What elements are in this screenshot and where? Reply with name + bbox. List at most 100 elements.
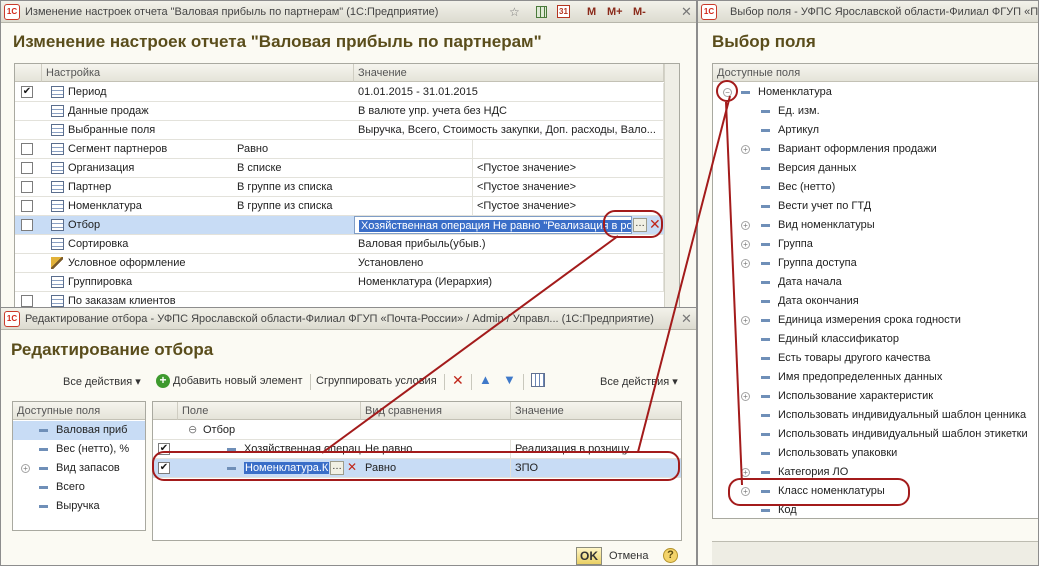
condition-comparison[interactable]: Равно — [361, 459, 511, 477]
choose-button[interactable]: … — [330, 461, 344, 475]
tree-item[interactable]: Использовать индивидуальный шаблон ценни… — [713, 406, 1038, 425]
column-header-field[interactable]: Поле — [178, 402, 361, 420]
all-actions-left-button[interactable]: Все действия ▾ — [63, 375, 141, 388]
all-actions-right-button[interactable]: Все действия ▾ — [600, 375, 678, 388]
tree-item[interactable]: + Использование характеристик — [713, 387, 1038, 406]
expand-icon[interactable]: + — [741, 316, 750, 325]
list-item[interactable]: + Вид запасов — [13, 459, 145, 478]
tree-item[interactable]: + Группа доступа — [713, 254, 1038, 273]
setting-value[interactable] — [473, 140, 664, 158]
collapse-icon[interactable]: − — [723, 88, 732, 97]
close-icon[interactable]: ✕ — [681, 1, 692, 22]
tree-item[interactable]: Ед. изм. — [713, 102, 1038, 121]
list-item[interactable]: Всего — [13, 478, 145, 497]
settings-row-sorting[interactable]: Сортировка Валовая прибыль(убыв.) — [15, 235, 679, 254]
setting-value[interactable]: 01.01.2015 - 31.01.2015 — [354, 83, 664, 101]
favorite-star-icon[interactable]: ☆ — [509, 1, 520, 22]
list-item[interactable]: Выручка — [13, 497, 145, 516]
tree-item[interactable]: Версия данных — [713, 159, 1038, 178]
expand-icon[interactable]: + — [741, 392, 750, 401]
calculator-icon[interactable] — [536, 6, 547, 18]
tree-item[interactable]: Использовать упаковки — [713, 444, 1038, 463]
delete-icon[interactable]: ✕ — [452, 372, 464, 389]
filter-condition-row-selected[interactable]: ✔ Номенклатура.К … ✕ Равно ЗПО — [153, 459, 681, 478]
settings-row-organization[interactable]: Организация В списке <Пустое значение> — [15, 159, 679, 178]
tree-item[interactable]: + Группа — [713, 235, 1038, 254]
cancel-button[interactable]: Отмена — [609, 550, 648, 562]
tree-item[interactable]: Вес (нетто) — [713, 178, 1038, 197]
settings-row-partner[interactable]: Партнер В группе из списка <Пустое значе… — [15, 178, 679, 197]
filter-group-row[interactable]: ⊖ Отбор — [153, 421, 681, 440]
move-up-icon[interactable]: ▲ — [479, 372, 492, 387]
setting-value[interactable]: Выручка, Всего, Стоимость закупки, Доп. … — [354, 121, 664, 139]
checkbox[interactable] — [21, 162, 33, 174]
checkbox[interactable]: ✔ — [21, 86, 33, 98]
add-new-element-button[interactable]: Добавить новый элемент — [173, 375, 303, 387]
report-settings-titlebar[interactable]: 1С Изменение настроек отчета "Валовая пр… — [1, 1, 696, 23]
tree-root-nomenclature[interactable]: − Номенклатура — [713, 83, 1038, 102]
memory-plus-button[interactable]: M+ — [607, 1, 623, 22]
calendar-icon[interactable]: 31 — [557, 5, 570, 18]
expand-icon[interactable]: + — [741, 240, 750, 249]
expand-icon[interactable]: + — [741, 487, 750, 496]
tree-item[interactable]: Единый классификатор — [713, 330, 1038, 349]
column-header-value[interactable]: Значение — [354, 64, 664, 82]
comparison-type[interactable]: В группе из списка — [233, 178, 473, 196]
setting-value[interactable]: Установлено — [354, 254, 664, 272]
list-item[interactable]: Вес (нетто), % — [13, 440, 145, 459]
checkbox[interactable] — [21, 143, 33, 155]
settings-row-selected-fields[interactable]: Выбранные поля Выручка, Всего, Стоимость… — [15, 121, 679, 140]
expand-icon[interactable]: + — [21, 464, 30, 473]
tree-item[interactable]: Артикул — [713, 121, 1038, 140]
field-select-titlebar[interactable]: 1С Выбор поля - УФПС Ярославской области… — [698, 1, 1038, 23]
setting-value[interactable]: <Пустое значение> — [473, 178, 664, 196]
help-icon[interactable]: ? — [663, 548, 678, 563]
column-header-value[interactable]: Значение — [511, 402, 681, 420]
tree-item[interactable]: Дата начала — [713, 273, 1038, 292]
tree-item[interactable]: Дата окончания — [713, 292, 1038, 311]
tree-item[interactable]: Вести учет по ГТД — [713, 197, 1038, 216]
settings-row-period[interactable]: ✔ Период 01.01.2015 - 31.01.2015 — [15, 83, 679, 102]
settings-row-nomenclature[interactable]: Номенклатура В группе из списка <Пустое … — [15, 197, 679, 216]
tree-item[interactable]: + Класс номенклатуры — [713, 482, 1038, 501]
expand-icon[interactable]: + — [741, 145, 750, 154]
collapse-icon[interactable]: ⊖ — [188, 421, 197, 439]
settings-row-grouping[interactable]: Группировка Номенклатура (Иерархия) — [15, 273, 679, 292]
condition-field[interactable]: Номенклатура.К — [244, 462, 329, 474]
memory-m-button[interactable]: M — [587, 1, 596, 22]
checkbox[interactable] — [21, 219, 33, 231]
clear-icon[interactable]: ✕ — [649, 215, 661, 233]
tree-item[interactable]: + Категория ЛО — [713, 463, 1038, 482]
vertical-scrollbar[interactable] — [664, 64, 679, 319]
expand-icon[interactable]: + — [741, 468, 750, 477]
checkbox[interactable] — [21, 200, 33, 212]
settings-row-sales-data[interactable]: Данные продаж В валюте упр. учета без НД… — [15, 102, 679, 121]
tree-item[interactable]: + Вид номенклатуры — [713, 216, 1038, 235]
setting-value[interactable]: <Пустое значение> — [473, 197, 664, 215]
memory-minus-button[interactable]: M- — [633, 1, 646, 22]
tree-item[interactable]: Использовать индивидуальный шаблон этике… — [713, 425, 1038, 444]
setting-value[interactable]: Номенклатура (Иерархия) — [354, 273, 664, 291]
column-header-comparison[interactable]: Вид сравнения — [361, 402, 511, 420]
filter-value-field[interactable]: Хозяйственная операция Не равно "Реализа… — [354, 216, 632, 234]
list-item[interactable]: Валовая приб — [13, 421, 145, 440]
checkbox[interactable] — [21, 295, 33, 307]
tree-item[interactable]: + Вариант оформления продажи — [713, 140, 1038, 159]
checkbox[interactable]: ✔ — [158, 462, 170, 474]
ok-button[interactable]: OK — [576, 547, 602, 565]
setting-value[interactable]: <Пустое значение> — [473, 159, 664, 177]
filter-condition-row[interactable]: ✔ Хозяйственная операция Не равно Реализ… — [153, 440, 681, 459]
clear-icon[interactable]: ✕ — [347, 458, 357, 476]
settings-row-filter[interactable]: Отбор Хозяйственная операция Не равно "Р… — [15, 216, 679, 235]
expand-icon[interactable]: + — [741, 221, 750, 230]
choose-button[interactable]: … — [633, 218, 647, 232]
column-header-setting[interactable]: Настройка — [42, 64, 354, 82]
comparison-type[interactable]: Равно — [233, 140, 473, 158]
checkbox[interactable]: ✔ — [158, 443, 170, 455]
settings-grid-icon[interactable] — [531, 373, 545, 387]
settings-row-partner-segment[interactable]: Сегмент партнеров Равно — [15, 140, 679, 159]
tree-item[interactable]: + Единица измерения срока годности — [713, 311, 1038, 330]
add-icon[interactable]: + — [156, 374, 170, 388]
move-down-icon[interactable]: ▼ — [503, 372, 516, 387]
tree-item[interactable]: Имя предопределенных данных — [713, 368, 1038, 387]
